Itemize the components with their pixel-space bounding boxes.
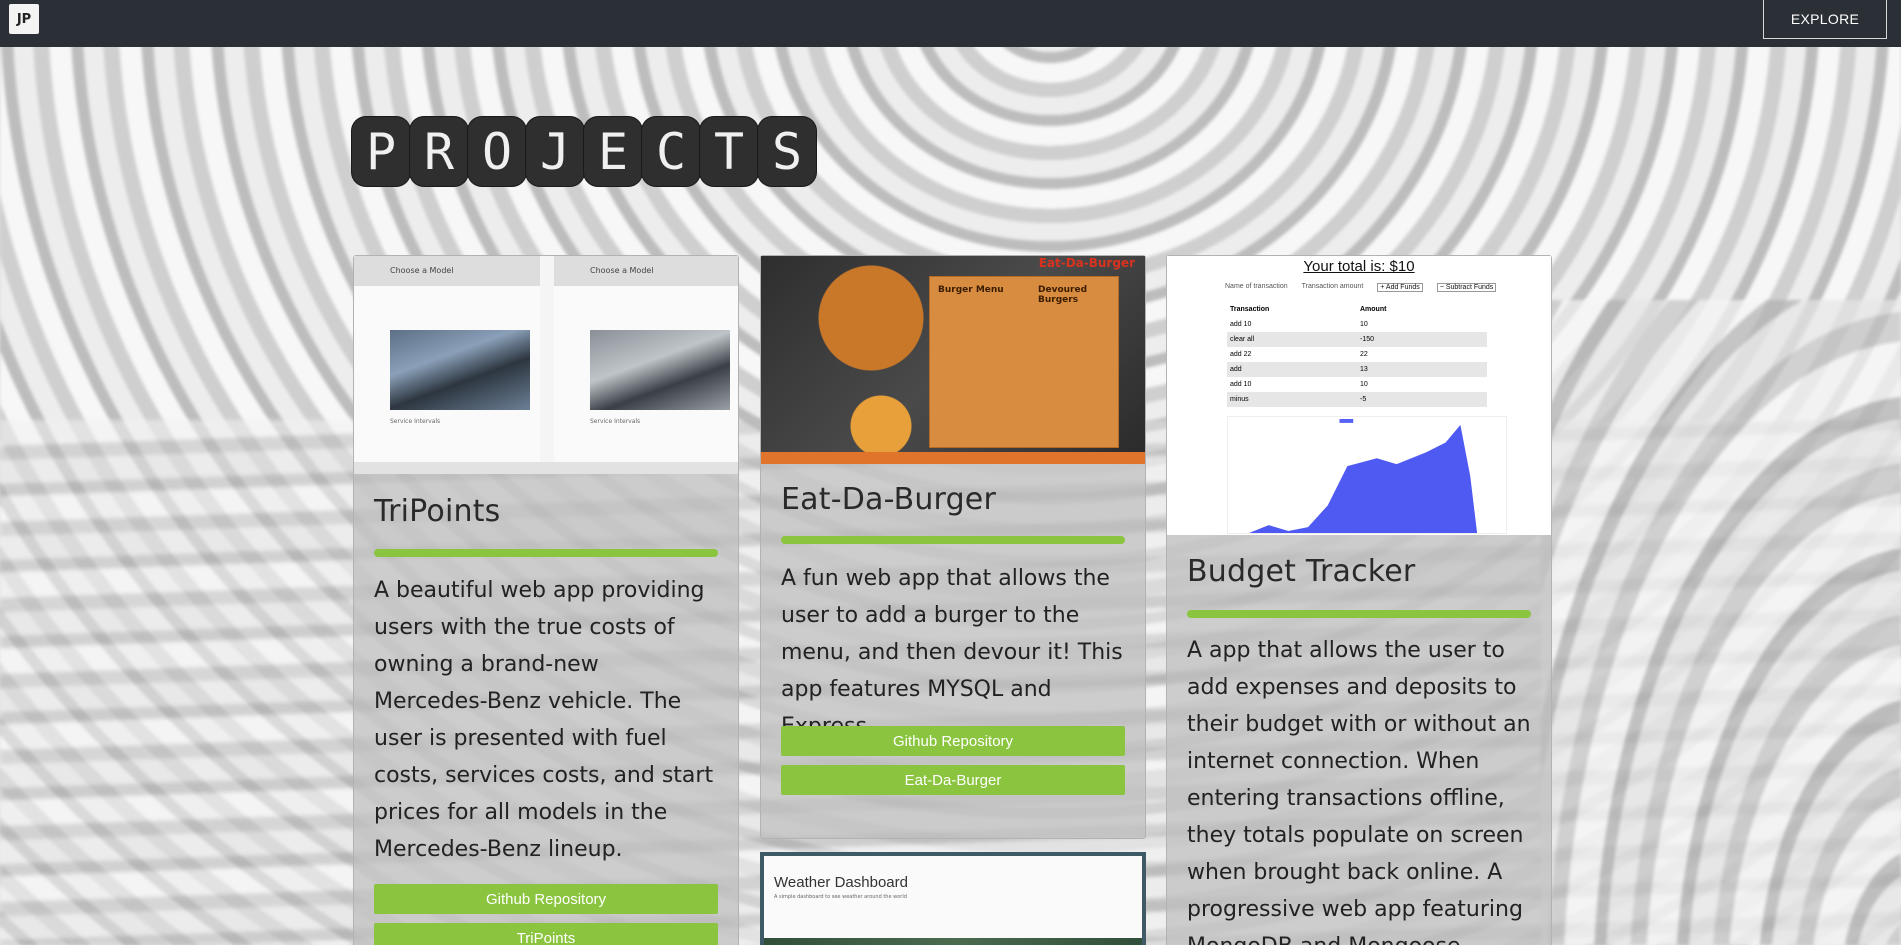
weather-title: Weather Dashboard [774, 874, 908, 891]
title-letter: T [700, 117, 758, 186]
table-row: add 10 10 [1227, 377, 1487, 392]
service-intervals-label: Service Intervals [390, 418, 441, 425]
card-title: Budget Tracker [1187, 554, 1416, 589]
title-letter: O [468, 117, 526, 186]
page-title: P R O J E C T S [352, 117, 816, 186]
title-letter: R [410, 117, 468, 186]
table-row: add 13 [1227, 362, 1487, 377]
table-header: Transaction Amount [1227, 302, 1487, 317]
project-screenshot[interactable]: Choose a Model Service Intervals Choose … [354, 256, 738, 474]
add-funds-button: + Add Funds [1377, 283, 1423, 292]
tripoints-app-button[interactable]: TriPoints [374, 923, 718, 945]
project-screenshot[interactable]: Eat-Da-Burger Burger Menu Devoured Burge… [761, 256, 1145, 464]
devoured-title: Devoured Burgers [1038, 285, 1088, 305]
table-header-cell: Transaction [1230, 306, 1270, 313]
burger-banner: Eat-Da-Burger [1038, 256, 1135, 270]
card-description: A app that allows the user to add expens… [1187, 638, 1531, 945]
project-card-budget-tracker: Your total is: $10 Name of transaction T… [1166, 255, 1552, 945]
table-cell: clear all [1230, 336, 1255, 343]
explore-button[interactable]: EXPLORE [1763, 0, 1887, 39]
table-cell: 10 [1360, 381, 1368, 388]
table-row: add 22 22 [1227, 347, 1487, 362]
car-photo [390, 330, 530, 410]
table-row: clear all -150 [1227, 332, 1487, 347]
table-cell: 13 [1360, 366, 1368, 373]
chart-legend-swatch [1339, 418, 1354, 423]
table-cell: 22 [1360, 351, 1368, 358]
weather-subtitle: A simple dashboard to see weather around… [774, 894, 907, 900]
table-cell: minus [1230, 396, 1249, 403]
title-letter: P [352, 117, 410, 186]
model-select-label: Choose a Model [354, 256, 540, 286]
budget-form: Name of transaction Transaction amount +… [1225, 283, 1497, 292]
funds-area-chart [1227, 416, 1507, 534]
table-cell: -150 [1360, 336, 1375, 343]
project-card-tripoints: Choose a Model Service Intervals Choose … [353, 255, 739, 945]
car-photo [590, 330, 730, 410]
title-letter: J [526, 117, 584, 186]
card-description: A fun web app that allows the user to ad… [781, 566, 1123, 739]
subtract-funds-button: − Subtract Funds [1436, 283, 1497, 292]
model-select-label: Choose a Model [554, 256, 738, 286]
title-underline [374, 549, 718, 557]
table-cell: add 10 [1230, 381, 1252, 388]
transactions-table: Transaction Amount add 10 10 clear all -15… [1227, 302, 1487, 407]
card-description: A beautiful web app providing users with… [374, 578, 714, 862]
table-cell: add [1230, 366, 1242, 373]
burger-menu-title: Burger Menu [938, 285, 1004, 295]
burger-menu-panel: Burger Menu Devoured Burgers [929, 276, 1119, 448]
table-cell: -5 [1360, 396, 1367, 403]
table-cell: 10 [1360, 321, 1368, 328]
transaction-name-input: Name of transaction [1225, 283, 1288, 290]
chart-area [1249, 424, 1478, 533]
footer-strip [761, 452, 1145, 464]
title-letter: C [642, 117, 700, 186]
table-cell: add 10 [1230, 321, 1252, 328]
transaction-amount-input: Transaction amount [1301, 283, 1364, 290]
project-card-eat-da-burger: Eat-Da-Burger Burger Menu Devoured Burge… [760, 255, 1146, 839]
budget-total: Your total is: $10 [1303, 258, 1415, 275]
title-underline [1187, 610, 1531, 618]
project-screenshot[interactable]: Your total is: $10 Name of transaction T… [1167, 256, 1551, 535]
card-title: TriPoints [374, 494, 501, 529]
title-letter: S [758, 117, 816, 186]
navbar: JP EXPLORE [0, 0, 1901, 47]
github-repository-button[interactable]: Github Repository [374, 884, 718, 914]
service-intervals-label: Service Intervals [590, 418, 641, 425]
title-underline [781, 536, 1125, 544]
logo[interactable]: JP [9, 4, 39, 34]
table-row: add 10 10 [1227, 317, 1487, 332]
background-image-right [1541, 300, 1901, 945]
title-letter: E [584, 117, 642, 186]
eat-da-burger-app-button[interactable]: Eat-Da-Burger [781, 765, 1125, 795]
github-repository-button[interactable]: Github Repository [781, 726, 1125, 756]
table-row: minus -5 [1227, 392, 1487, 407]
card-title: Eat-Da-Burger [781, 482, 997, 517]
table-header-cell: Amount [1360, 306, 1387, 313]
table-cell: add 22 [1230, 351, 1252, 358]
project-card-weather-dashboard[interactable]: Weather Dashboard A simple dashboard to … [760, 852, 1146, 945]
weather-image-strip [764, 938, 1142, 945]
